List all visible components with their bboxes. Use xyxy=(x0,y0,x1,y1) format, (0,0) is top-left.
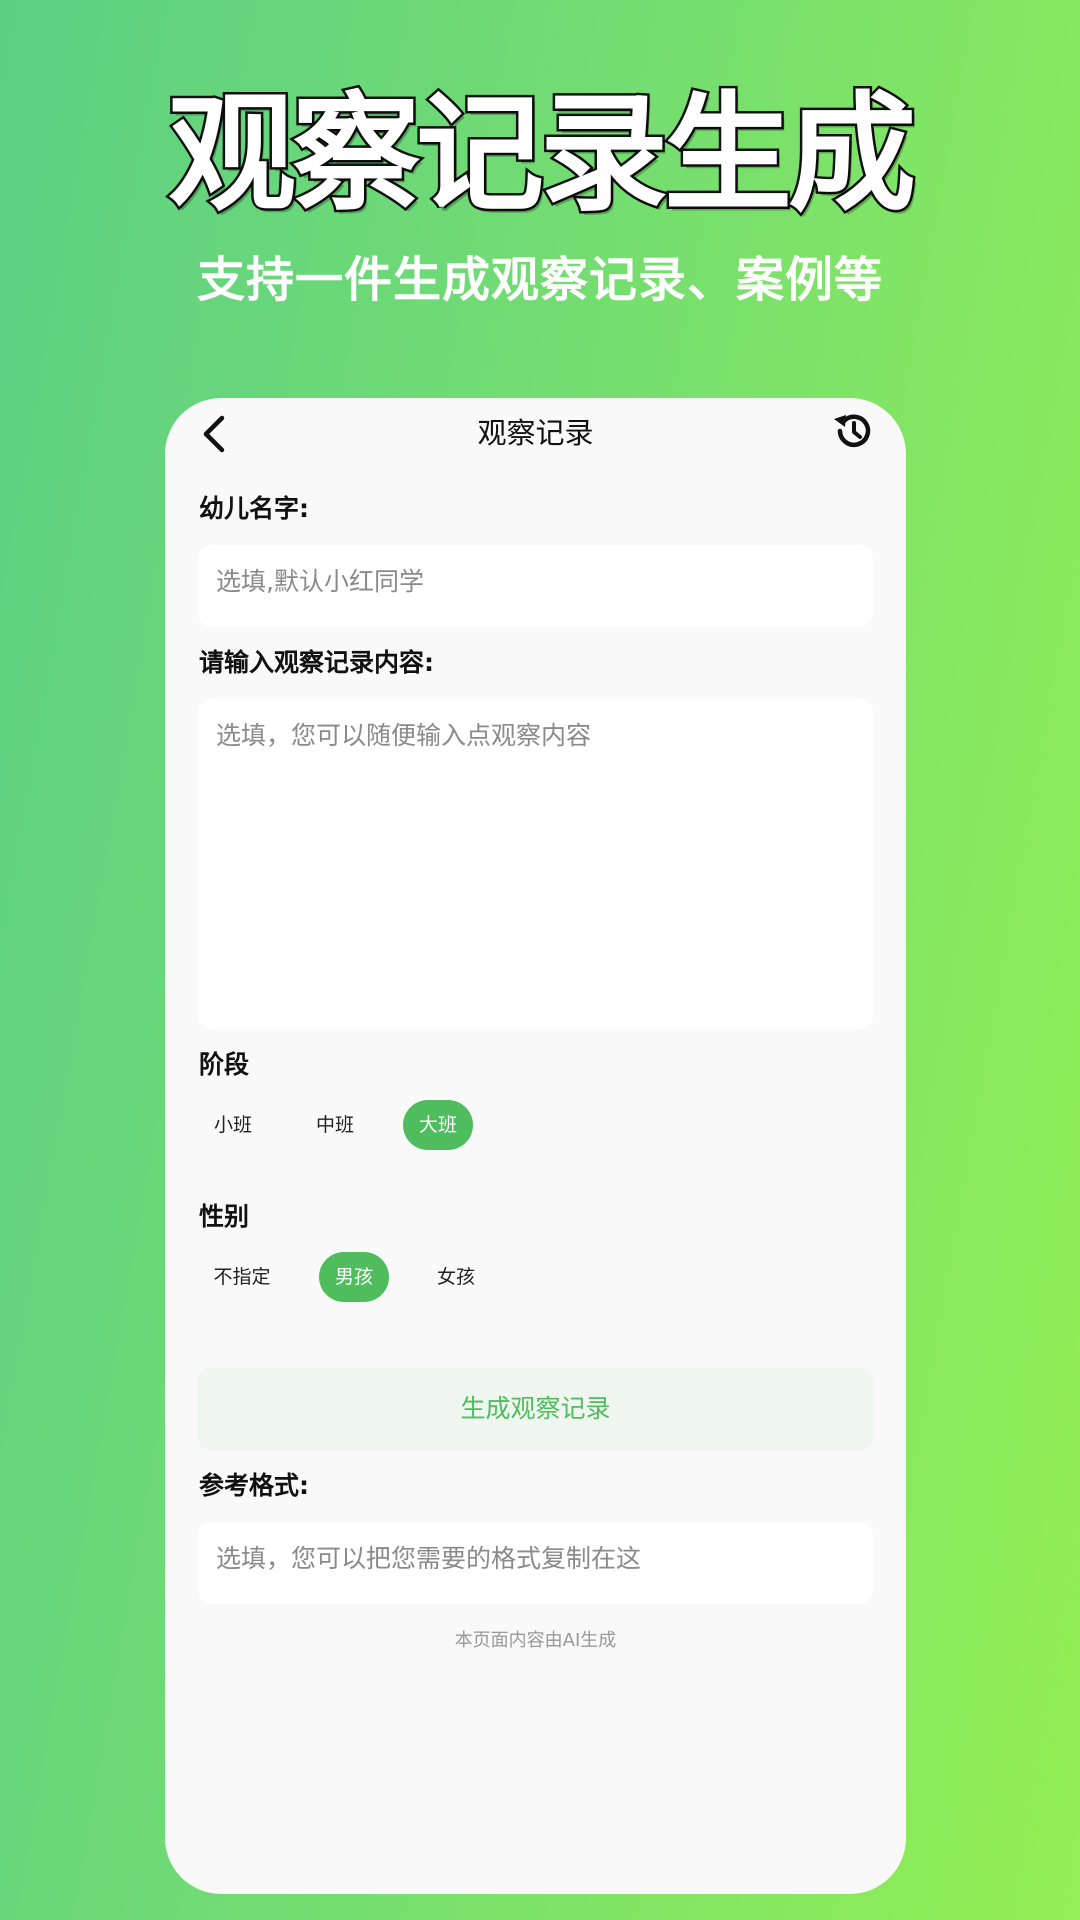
stage-label: 阶段 xyxy=(199,1050,250,1079)
gender-option-boy[interactable]: 男孩 xyxy=(319,1252,389,1302)
generate-button[interactable]: 生成观察记录 xyxy=(198,1368,873,1450)
format-label: 参考格式: xyxy=(199,1471,309,1500)
stage-option-middle[interactable]: 中班 xyxy=(300,1100,370,1150)
observation-placeholder: 选填，您可以随便输入点观察内容 xyxy=(216,721,592,750)
page-title: 观察记录 xyxy=(477,416,594,450)
format-placeholder: 选填，您可以把您需要的格式复制在这 xyxy=(216,1544,642,1573)
observation-textarea[interactable]: 选填，您可以随便输入点观察内容 xyxy=(198,699,873,1029)
child-name-placeholder: 选填,默认小红同学 xyxy=(216,567,424,596)
history-button[interactable] xyxy=(828,406,878,456)
stage-option-small[interactable]: 小班 xyxy=(198,1100,268,1150)
child-name-label: 幼儿名字: xyxy=(199,494,309,523)
gender-option-girl[interactable]: 女孩 xyxy=(421,1252,491,1302)
gender-label: 性别 xyxy=(199,1202,250,1231)
observation-label: 请输入观察记录内容: xyxy=(199,648,434,677)
promo-title: 观察记录生成 xyxy=(165,80,918,229)
format-input[interactable]: 选填，您可以把您需要的格式复制在这 xyxy=(198,1522,873,1604)
ai-disclaimer: 本页面内容由AI生成 xyxy=(454,1630,617,1651)
child-name-input[interactable]: 选填,默认小红同学 xyxy=(198,545,873,627)
promo-subtitle: 支持一件生成观察记录、案例等 xyxy=(196,252,883,308)
gender-option-unspecified[interactable]: 不指定 xyxy=(198,1252,286,1302)
nav-bar: 观察记录 xyxy=(165,398,906,468)
app-screen: 观察记录 幼儿名字: 选填,默认小红同学 请输入观察记录内容: 选填，您可以随便… xyxy=(165,398,906,1894)
history-icon xyxy=(834,414,871,448)
stage-option-large[interactable]: 大班 xyxy=(403,1100,473,1150)
